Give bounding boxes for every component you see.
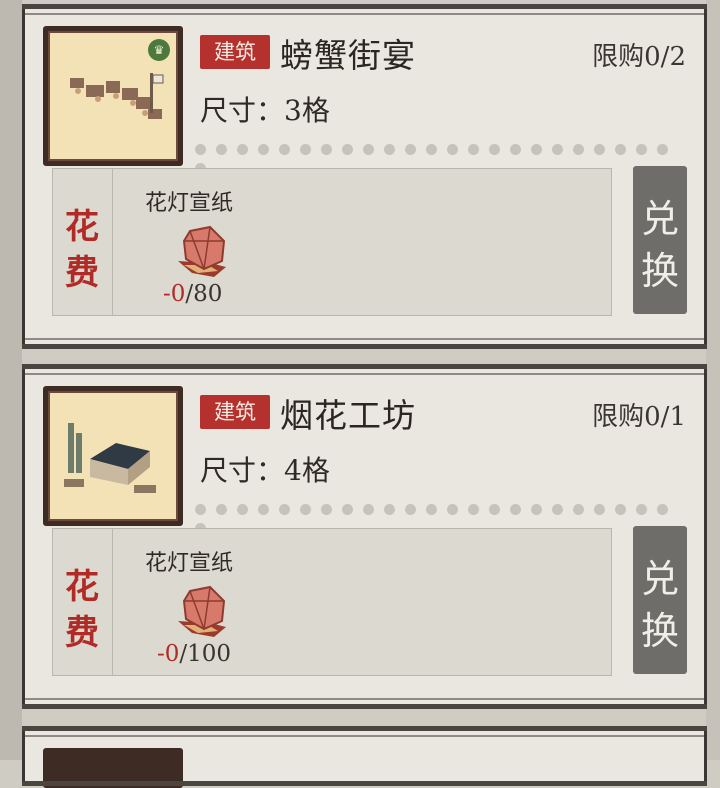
building-thumbnail[interactable]: ♛ <box>43 26 183 166</box>
building-size: 尺寸：3格 <box>200 94 330 127</box>
shop-card: ♛ 建筑 螃蟹街宴 限购0/2 尺寸：3格 花 费 花灯宣纸 -0/80 兑 换 <box>22 4 707 349</box>
lantern-paper-icon[interactable] <box>168 221 232 283</box>
exchange-button[interactable]: 兑 换 <box>633 526 687 674</box>
exchange-button[interactable]: 兑 换 <box>633 166 687 314</box>
cost-panel: 花 费 花灯宣纸 -0/80 <box>52 168 612 316</box>
purchase-limit: 限购0/1 <box>592 402 686 432</box>
building-name: 烟花工坊 <box>280 396 416 435</box>
cost-label: 花 费 <box>53 529 113 675</box>
dotted-divider <box>195 140 698 174</box>
cost-item-name: 花灯宣纸 <box>145 551 234 576</box>
purchase-limit: 限购0/2 <box>592 42 686 72</box>
building-image: ♛ <box>48 31 178 161</box>
crown-icon: ♛ <box>148 39 170 61</box>
building-size: 尺寸：4格 <box>200 454 330 487</box>
shop-card <box>22 726 707 788</box>
cost-label: 花 费 <box>53 169 113 315</box>
shop-card: 建筑 烟花工坊 限购0/1 尺寸：4格 花 费 花灯宣纸 -0/100 兑 换 <box>22 364 707 709</box>
cost-item-name: 花灯宣纸 <box>145 191 234 216</box>
building-thumbnail[interactable] <box>43 386 183 526</box>
cost-count: -0/100 <box>157 641 232 667</box>
building-name: 螃蟹街宴 <box>280 36 416 75</box>
building-thumbnail[interactable] <box>43 748 183 788</box>
cost-panel: 花 费 花灯宣纸 -0/100 <box>52 528 612 676</box>
cost-count: -0/80 <box>163 281 223 307</box>
lantern-paper-icon[interactable] <box>168 581 232 643</box>
building-image <box>48 391 178 521</box>
dotted-divider <box>195 500 698 534</box>
background-left-panel <box>0 0 22 760</box>
category-tag: 建筑 <box>200 395 270 429</box>
scrollbar-track[interactable] <box>706 0 720 760</box>
category-tag: 建筑 <box>200 35 270 69</box>
